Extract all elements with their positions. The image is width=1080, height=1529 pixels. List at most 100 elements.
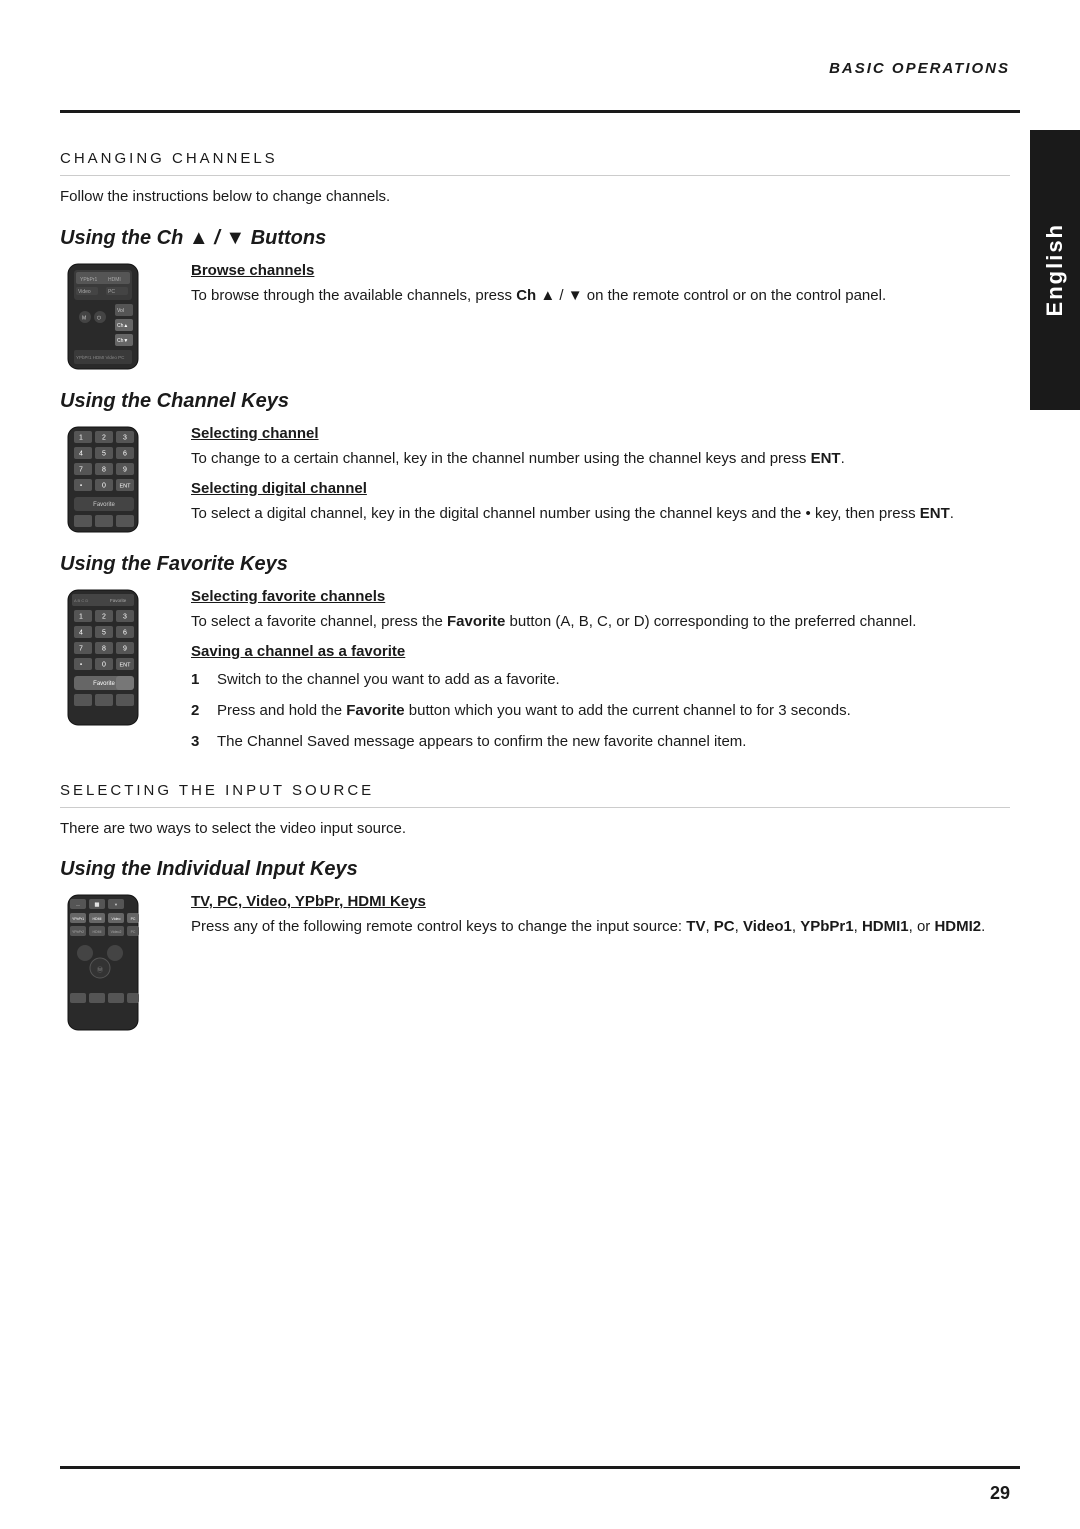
input-section-divider xyxy=(60,807,1010,808)
svg-text:8: 8 xyxy=(102,645,106,652)
svg-text:Video: Video xyxy=(78,289,91,295)
svg-text:PC: PC xyxy=(131,930,136,934)
ch-remote-image: YPbPr1 HDMI Video PC Vol Ch▲ xyxy=(60,262,175,372)
list-item-1-text: Switch to the channel you want to add as… xyxy=(217,668,560,691)
svg-text:Ch▲: Ch▲ xyxy=(117,323,128,329)
svg-text:Ⓦ: Ⓦ xyxy=(97,966,103,974)
channel-keys-text-block: Selecting channel To change to a certain… xyxy=(191,425,1010,526)
input-remote-image: — ⬜ ▼ YPbPr1 HDMI Video xyxy=(60,893,175,1033)
svg-text:7: 7 xyxy=(79,645,83,652)
svg-text:PC: PC xyxy=(108,289,115,295)
individual-input-text-block: TV, PC, Video, YPbPr, HDMI Keys Press an… xyxy=(191,893,1010,938)
page-number: 29 xyxy=(990,1483,1010,1504)
svg-text:Vol: Vol xyxy=(117,308,124,314)
svg-text:Video2: Video2 xyxy=(111,930,122,934)
individual-input-content-row: — ⬜ ▼ YPbPr1 HDMI Video xyxy=(60,893,1010,1033)
favorite-remote-image: A B C D Favorite 1 2 3 4 xyxy=(60,588,175,728)
list-number-3: 3 xyxy=(191,730,207,753)
list-item-2: 2 Press and hold the Favorite button whi… xyxy=(191,699,1010,722)
svg-text:5: 5 xyxy=(102,629,106,636)
svg-text:9: 9 xyxy=(123,645,127,652)
svg-text:YPbPr1: YPbPr1 xyxy=(72,917,84,921)
svg-text:Video: Video xyxy=(112,917,121,921)
language-tab: English xyxy=(1030,130,1080,410)
svg-text:3: 3 xyxy=(123,434,127,441)
svg-text:⬜: ⬜ xyxy=(95,902,100,907)
favorite-keys-text-block: Selecting favorite channels To select a … xyxy=(191,588,1010,762)
svg-text:YPbPr1: YPbPr1 xyxy=(80,277,97,283)
main-content: CHANGING CHANNELS Follow the instruction… xyxy=(60,130,1010,1449)
list-item-1: 1 Switch to the channel you want to add … xyxy=(191,668,1010,691)
header-title: BASIC OPERATIONS xyxy=(829,60,1010,77)
ch-buttons-text-block: Browse channels To browse through the av… xyxy=(191,262,1010,307)
selecting-favorite-text: To select a favorite channel, press the … xyxy=(191,610,1010,633)
bottom-border xyxy=(60,1466,1020,1469)
channel-keys-title: Using the Channel Keys xyxy=(60,390,1010,413)
saving-favorite-heading: Saving a channel as a favorite xyxy=(191,643,1010,660)
browse-channels-heading: Browse channels xyxy=(191,262,1010,279)
individual-input-title: Using the Individual Input Keys xyxy=(60,858,1010,881)
list-item-3: 3 The Channel Saved message appears to c… xyxy=(191,730,1010,753)
svg-text:0: 0 xyxy=(102,482,106,489)
favorite-keys-title: Using the Favorite Keys xyxy=(60,553,1010,576)
individual-input-title-text: Using the Individual Input Keys xyxy=(60,858,358,880)
svg-text:▼: ▼ xyxy=(114,902,118,907)
list-item-2-text: Press and hold the Favorite button which… xyxy=(217,699,851,722)
svg-text:1: 1 xyxy=(79,613,83,620)
svg-text:HDMI: HDMI xyxy=(108,277,121,283)
tv-pc-keys-text: Press any of the following remote contro… xyxy=(191,915,1010,938)
changing-channels-intro: Follow the instructions below to change … xyxy=(60,186,1010,209)
svg-text:HDMI: HDMI xyxy=(93,917,102,921)
selecting-channel-heading: Selecting channel xyxy=(191,425,1010,442)
svg-text:Favorite: Favorite xyxy=(110,598,127,603)
selecting-digital-channel-text: To select a digital channel, key in the … xyxy=(191,502,1010,525)
ch-buttons-title-text: Using the Ch ▲ / ▼ Buttons xyxy=(60,227,326,249)
channel-remote-image: 1 2 3 4 5 6 xyxy=(60,425,175,535)
svg-text:0: 0 xyxy=(102,661,106,668)
individual-input-subsection: Using the Individual Input Keys — ⬜ xyxy=(60,858,1010,1033)
svg-text:4: 4 xyxy=(79,450,83,457)
ch-remote-svg: YPbPr1 HDMI Video PC Vol Ch▲ xyxy=(60,262,175,372)
svg-text:9: 9 xyxy=(123,466,127,473)
list-number-1: 1 xyxy=(191,668,207,691)
svg-text:HDMI: HDMI xyxy=(93,930,102,934)
svg-text:4: 4 xyxy=(79,629,83,636)
top-border xyxy=(60,110,1020,113)
svg-text:7: 7 xyxy=(79,466,83,473)
svg-text:YPbPr2: YPbPr2 xyxy=(72,930,84,934)
selecting-favorite-heading: Selecting favorite channels xyxy=(191,588,1010,605)
svg-text:•: • xyxy=(80,483,82,489)
svg-text:8: 8 xyxy=(102,466,106,473)
svg-text:—: — xyxy=(76,902,80,907)
svg-text:2: 2 xyxy=(102,434,106,441)
changing-channels-heading: CHANGING CHANNELS xyxy=(60,150,1010,167)
svg-text:5: 5 xyxy=(102,450,106,457)
favorite-keys-title-text: Using the Favorite Keys xyxy=(60,553,288,575)
channel-keys-subsection: Using the Channel Keys 1 2 3 xyxy=(60,390,1010,535)
favorite-remote-svg: A B C D Favorite 1 2 3 4 xyxy=(60,588,175,728)
svg-text:6: 6 xyxy=(123,629,127,636)
channel-keys-title-text: Using the Channel Keys xyxy=(60,390,289,412)
channel-keys-content-row: 1 2 3 4 5 6 xyxy=(60,425,1010,535)
svg-text:PC: PC xyxy=(131,917,136,921)
svg-text:ENT: ENT xyxy=(120,662,132,668)
svg-text:Favorite: Favorite xyxy=(93,502,115,508)
input-remote-svg: — ⬜ ▼ YPbPr1 HDMI Video xyxy=(60,893,175,1033)
ch-buttons-subsection: Using the Ch ▲ / ▼ Buttons Y xyxy=(60,227,1010,372)
input-source-section: SELECTING THE INPUT SOURCE There are two… xyxy=(60,782,1010,1034)
svg-text:A B C D: A B C D xyxy=(74,598,88,603)
ch-buttons-title: Using the Ch ▲ / ▼ Buttons xyxy=(60,227,1010,250)
svg-text:3: 3 xyxy=(123,613,127,620)
svg-text:1: 1 xyxy=(79,434,83,441)
svg-text:YPbPr1 HDMI Video PC: YPbPr1 HDMI Video PC xyxy=(76,355,125,360)
svg-text:Favorite: Favorite xyxy=(93,681,115,687)
section-divider xyxy=(60,175,1010,176)
channel-remote-svg: 1 2 3 4 5 6 xyxy=(60,425,175,535)
page-header: BASIC OPERATIONS xyxy=(829,60,1010,77)
svg-text:2: 2 xyxy=(102,613,106,620)
changing-channels-section: CHANGING CHANNELS Follow the instruction… xyxy=(60,150,1010,762)
svg-text:ENT: ENT xyxy=(120,483,132,489)
list-number-2: 2 xyxy=(191,699,207,722)
tv-pc-keys-heading: TV, PC, Video, YPbPr, HDMI Keys xyxy=(191,893,1010,910)
input-source-heading: SELECTING THE INPUT SOURCE xyxy=(60,782,1010,799)
